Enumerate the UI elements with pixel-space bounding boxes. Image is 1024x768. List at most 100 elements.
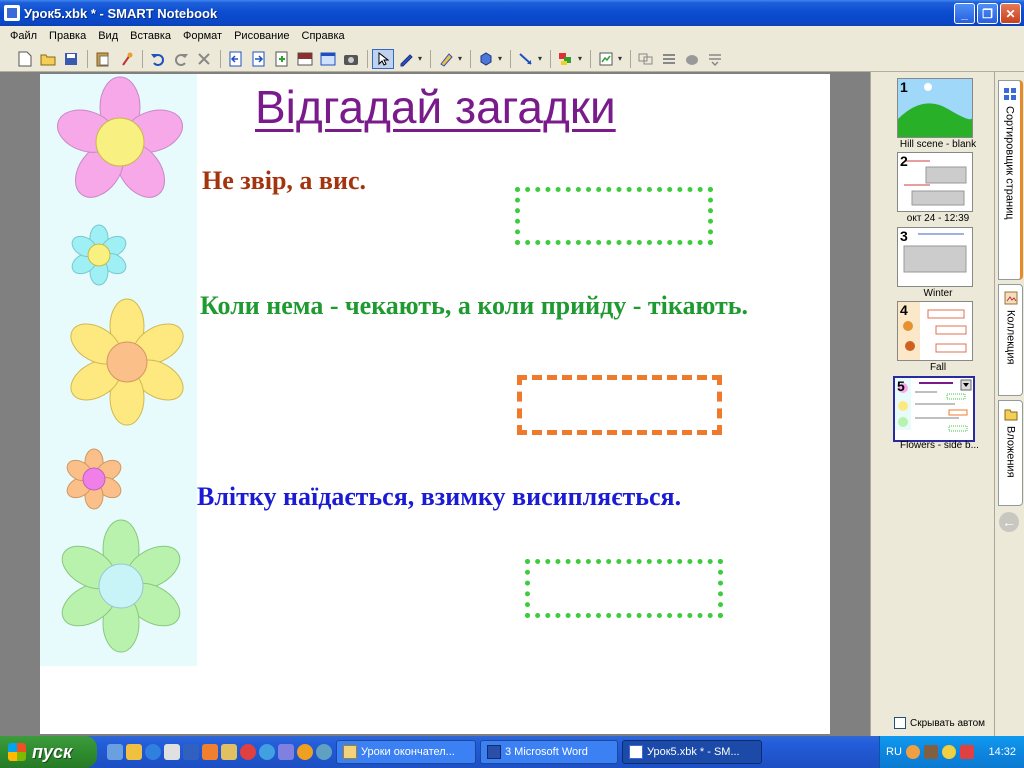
taskbar-item-label: Урок5.xbk * - SM...	[647, 746, 740, 758]
restore-button[interactable]: ❐	[977, 3, 998, 24]
flower-green	[61, 519, 181, 653]
hide-automatically-checkbox[interactable]	[894, 717, 906, 729]
page-thumbnail-3[interactable]: 3	[897, 227, 973, 287]
quick-launch-icon[interactable]	[278, 744, 294, 760]
tab-page-sorter[interactable]: Сортировщик страниц	[998, 80, 1023, 280]
flower-pink	[57, 76, 183, 198]
page-thumbnail-4[interactable]: 4	[897, 301, 973, 361]
shapes-dropdown-icon[interactable]: ▾	[498, 54, 506, 63]
taskbar: пуск Уроки окончател... 3 Microsoft Word…	[0, 736, 1024, 768]
answer-box-1[interactable]	[515, 187, 713, 245]
flower-yellow	[70, 298, 184, 426]
undo-icon[interactable]	[147, 49, 169, 69]
quick-launch-icon[interactable]	[107, 744, 123, 760]
tab-attachments[interactable]: Вложения	[998, 400, 1023, 506]
properties-dropdown-icon[interactable]: ▾	[618, 54, 626, 63]
quick-launch-icon[interactable]	[221, 744, 237, 760]
menu-bar: Файл Правка Вид Вставка Формат Рисование…	[0, 26, 1024, 46]
menu-draw[interactable]: Рисование	[228, 30, 295, 42]
quick-launch-icon[interactable]	[240, 744, 256, 760]
new-icon[interactable]	[14, 49, 36, 69]
flower-orange	[66, 448, 122, 510]
toolbar-separator	[142, 49, 143, 68]
next-page-icon[interactable]	[248, 49, 270, 69]
quick-launch-icon[interactable]	[164, 744, 180, 760]
taskbar-item-folder[interactable]: Уроки окончател...	[336, 740, 476, 764]
quick-launch-icon[interactable]	[126, 744, 142, 760]
answer-box-3[interactable]	[525, 559, 723, 618]
close-button[interactable]: ✕	[1000, 3, 1021, 24]
delete-icon[interactable]	[193, 49, 215, 69]
more-icon[interactable]	[704, 49, 726, 69]
menu-insert[interactable]: Вставка	[124, 30, 177, 42]
collapse-panel-icon[interactable]: ←	[999, 512, 1019, 532]
add-page-icon[interactable]	[271, 49, 293, 69]
fill-icon[interactable]	[555, 49, 577, 69]
line-icon[interactable]	[515, 49, 537, 69]
pen-icon[interactable]	[395, 49, 417, 69]
group-icon[interactable]	[635, 49, 657, 69]
menu-edit[interactable]: Правка	[43, 30, 92, 42]
menu-format[interactable]: Формат	[177, 30, 228, 42]
page-label-3: Winter	[923, 288, 953, 299]
toolbar: ▾ ▾ ▾ ▾ ▾ ▾	[0, 46, 1024, 72]
tray-icon[interactable]	[923, 745, 938, 759]
quick-launch-icon[interactable]	[202, 744, 218, 760]
page-thumbnail-2[interactable]: 2	[897, 152, 973, 212]
taskbar-item-label: Уроки окончател...	[361, 746, 455, 758]
taskbar-item-word[interactable]: 3 Microsoft Word	[480, 740, 618, 764]
open-icon[interactable]	[37, 49, 59, 69]
quick-launch-icon[interactable]	[145, 744, 161, 760]
fill-dropdown-icon[interactable]: ▾	[578, 54, 586, 63]
quick-launch-icon[interactable]	[316, 744, 332, 760]
smart-notebook-icon	[629, 745, 643, 759]
prev-page-icon[interactable]	[225, 49, 247, 69]
shapes-icon[interactable]	[475, 49, 497, 69]
properties-icon[interactable]	[595, 49, 617, 69]
tab-page-sorter-label: Сортировщик страниц	[1003, 106, 1016, 220]
save-icon[interactable]	[60, 49, 82, 69]
page-label-1: Hill scene - blank	[899, 139, 977, 150]
riddle-1-text[interactable]: Не звір, а вис.	[202, 166, 366, 196]
riddle-3-text[interactable]: Влітку наїдається, взимку висипляється.	[197, 482, 681, 512]
notebook-page[interactable]: Відгадай загадки Не звір, а вис. Коли не…	[40, 74, 830, 734]
answer-box-2[interactable]	[517, 375, 722, 435]
hide-automatically-option[interactable]: Скрывать автом	[892, 717, 992, 729]
panel-splitter[interactable]	[870, 72, 892, 736]
select-icon[interactable]	[372, 48, 394, 69]
tray-icon[interactable]	[941, 745, 956, 759]
order-icon[interactable]	[658, 49, 680, 69]
full-screen-icon[interactable]	[317, 49, 339, 69]
tray-icon[interactable]	[959, 745, 974, 759]
page-thumbnail-1[interactable]: 1	[897, 78, 973, 138]
quick-launch-icon[interactable]	[259, 744, 275, 760]
attach-icon[interactable]	[115, 49, 137, 69]
quick-launch	[107, 744, 332, 760]
word-icon	[487, 745, 501, 759]
flower-cyan	[71, 224, 127, 286]
taskbar-item-notebook[interactable]: Урок5.xbk * - SM...	[622, 740, 762, 764]
menu-view[interactable]: Вид	[92, 30, 124, 42]
minimize-button[interactable]: _	[954, 3, 975, 24]
page-title[interactable]: Відгадай загадки	[255, 80, 616, 134]
tray-arrow-icon[interactable]	[905, 745, 920, 759]
screen-shade-icon[interactable]	[294, 49, 316, 69]
camera-icon[interactable]	[340, 49, 362, 69]
eraser-icon[interactable]	[681, 49, 703, 69]
line-dropdown-icon[interactable]: ▾	[538, 54, 546, 63]
menu-file[interactable]: Файл	[4, 30, 43, 42]
toolbar-separator	[630, 49, 631, 68]
quick-launch-icon[interactable]	[297, 744, 313, 760]
quick-launch-icon[interactable]	[183, 744, 199, 760]
pen-dropdown-icon[interactable]: ▾	[418, 54, 426, 63]
page-thumbnail-5[interactable]: 5	[893, 376, 975, 442]
riddle-2-text[interactable]: Коли нема - чекають, а коли прийду - тік…	[200, 287, 820, 325]
tab-gallery[interactable]: Коллекция	[998, 284, 1023, 396]
start-button[interactable]: пуск	[0, 736, 97, 768]
language-indicator[interactable]: RU	[886, 746, 902, 758]
highlighter-dropdown-icon[interactable]: ▾	[458, 54, 466, 63]
paste-icon[interactable]	[92, 49, 114, 69]
redo-icon[interactable]	[170, 49, 192, 69]
menu-help[interactable]: Справка	[296, 30, 351, 42]
highlighter-icon[interactable]	[435, 49, 457, 69]
